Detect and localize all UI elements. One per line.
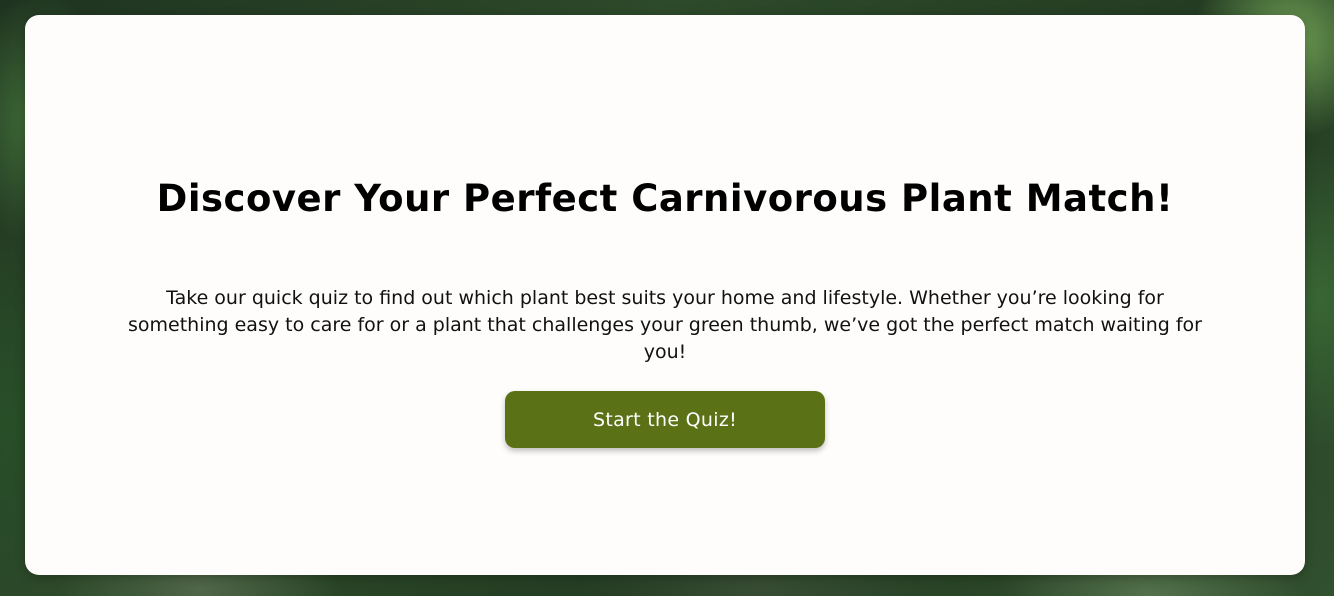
- start-quiz-button[interactable]: Start the Quiz!: [505, 391, 825, 448]
- quiz-intro-card: Discover Your Perfect Carnivorous Plant …: [25, 15, 1305, 575]
- intro-description: Take our quick quiz to find out which pl…: [127, 287, 1202, 363]
- page-title: Discover Your Perfect Carnivorous Plant …: [156, 177, 1174, 220]
